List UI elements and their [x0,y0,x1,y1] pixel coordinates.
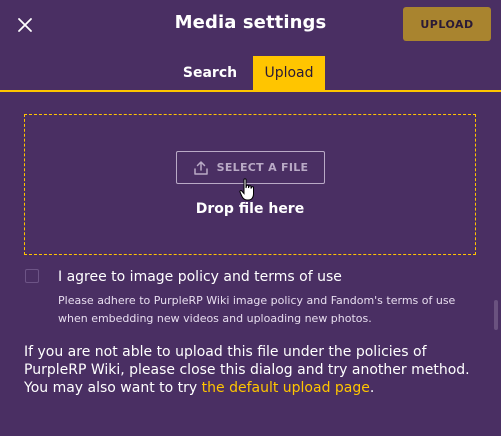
policy-info-try: You may also want to try the default upl… [24,379,484,397]
agree-note: Please adhere to PurpleRP Wiki image pol… [58,294,456,325]
default-upload-page-link[interactable]: the default upload page [202,380,370,396]
agree-checkbox[interactable] [25,269,39,283]
tab-search[interactable]: Search [176,56,244,90]
drop-file-text: Drop file here [195,201,305,217]
file-dropzone[interactable]: SELECT A FILE Drop file here [24,114,476,255]
upload-tray-icon [193,160,208,175]
media-settings-dialog: Media settings UPLOAD Search Upload SELE… [0,0,501,436]
scrollbar[interactable] [494,300,498,330]
tab-underline [0,90,501,92]
try-prefix: You may also want to try [24,380,202,396]
tab-upload[interactable]: Upload [253,56,325,90]
policy-info: If you are not able to upload this file … [24,343,484,397]
try-suffix: . [369,380,375,396]
agree-label: I agree to image policy and terms of use [58,269,342,285]
policy-info-text: If you are not able to upload this file … [24,344,470,378]
tab-bar: Search Upload [0,56,501,90]
upload-button[interactable]: UPLOAD [403,7,491,41]
select-file-label: SELECT A FILE [216,161,309,174]
hand-pointer-icon [239,178,254,201]
dialog-header: Media settings UPLOAD [0,0,501,50]
